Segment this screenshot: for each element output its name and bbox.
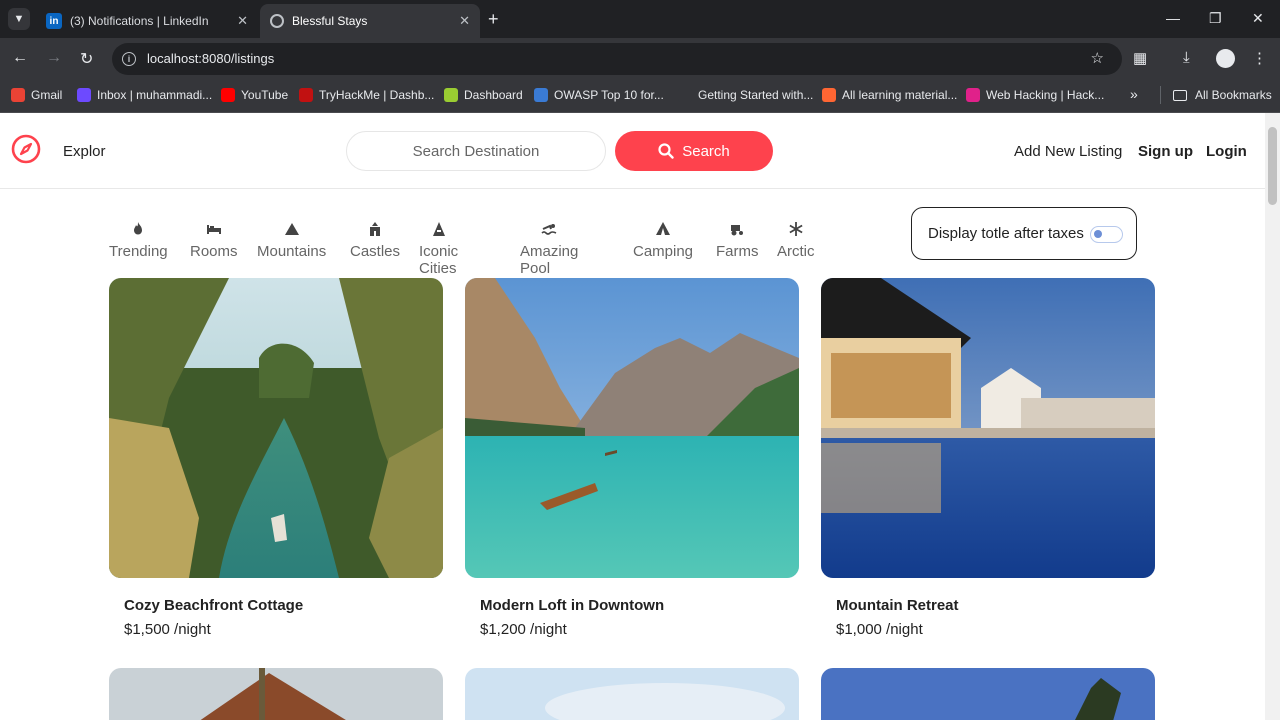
swimmer-icon — [541, 219, 557, 239]
tractor-icon — [729, 219, 745, 239]
scrollbar-thumb[interactable] — [1268, 127, 1277, 205]
listing-image[interactable] — [465, 278, 799, 578]
back-icon[interactable]: ← — [12, 49, 28, 67]
bookmarks-divider — [1160, 86, 1161, 104]
listing-title: Mountain Retreat — [836, 597, 959, 614]
bookmark-getting-started[interactable]: Getting Started with... — [678, 88, 813, 102]
site-info-icon[interactable]: i — [122, 52, 136, 66]
browser-tab-strip: ▼ in (3) Notifications | LinkedIn ✕ Bles… — [0, 0, 1280, 38]
menu-icon[interactable]: ⋮ — [1252, 49, 1267, 67]
filter-amazing-pool[interactable]: Amazing Pool — [520, 219, 578, 277]
minimize-icon[interactable]: — — [1166, 10, 1180, 26]
search-icon — [658, 143, 674, 159]
switch-knob — [1094, 230, 1102, 238]
browser-toolbar: ← → ↻ i localhost:8080/listings ☆ ▦ ⤓ ⋮ — [0, 38, 1280, 80]
youtube-icon — [221, 88, 235, 102]
bookmark-dashboard[interactable]: Dashboard — [444, 88, 523, 102]
listing-image[interactable] — [821, 668, 1155, 720]
tax-toggle-switch[interactable] — [1090, 226, 1123, 243]
filter-iconic-cities[interactable]: Iconic Cities — [419, 219, 458, 277]
filter-arctic[interactable]: Arctic — [777, 219, 815, 260]
linkedin-icon: in — [46, 13, 62, 29]
bookmark-star-icon[interactable]: ☆ — [1091, 49, 1104, 67]
page-viewport: Explor Search Add New Listing Sign up Lo… — [0, 113, 1265, 720]
close-icon[interactable]: ✕ — [459, 13, 470, 29]
bookmark-web-hacking[interactable]: Web Hacking | Hack... — [966, 88, 1104, 102]
search-input[interactable] — [346, 131, 606, 171]
tab-search-button[interactable]: ▼ — [8, 8, 30, 30]
bookmark-owasp[interactable]: OWASP Top 10 for... — [534, 88, 664, 102]
hackthebox-icon — [966, 88, 980, 102]
listing-image[interactable] — [109, 278, 443, 578]
snowflake-icon — [788, 219, 804, 239]
listing-card[interactable]: Mountain Retreat $1,000 /night — [821, 278, 1155, 638]
reload-icon[interactable]: ↻ — [80, 49, 93, 69]
tax-toggle-label: Display totle after taxes — [928, 225, 1084, 242]
download-icon[interactable]: ⤓ — [1183, 49, 1190, 66]
search-button[interactable]: Search — [615, 131, 773, 171]
listing-title: Cozy Beachfront Cottage — [124, 597, 304, 614]
bookmarks-bar: Gmail Inbox | muhammadi... YouTube TryHa… — [0, 80, 1280, 113]
restore-icon[interactable]: ❐ — [1209, 10, 1222, 27]
tryhackme-icon — [299, 88, 313, 102]
owasp-icon — [534, 88, 548, 102]
burp-icon — [822, 88, 836, 102]
filter-mountains[interactable]: Mountains — [257, 219, 326, 260]
city-icon — [431, 219, 447, 239]
filter-rooms[interactable]: Rooms — [190, 219, 238, 260]
compass-icon[interactable] — [11, 134, 41, 164]
window-close-icon[interactable]: ✕ — [1252, 10, 1264, 27]
fire-icon — [130, 219, 146, 239]
bookmark-learning-material[interactable]: All learning material... — [822, 88, 957, 102]
proton-icon — [77, 88, 91, 102]
filter-camping[interactable]: Camping — [633, 219, 693, 260]
bookmark-gmail[interactable]: Gmail — [11, 88, 62, 102]
tax-toggle: Display totle after taxes — [911, 207, 1137, 260]
folder-icon — [1173, 89, 1187, 101]
bookmark-inbox[interactable]: Inbox | muhammadi... — [77, 88, 212, 102]
listing-price: $1,500 /night — [124, 621, 211, 638]
close-icon[interactable]: ✕ — [237, 13, 248, 29]
brand-link[interactable]: Explor — [63, 143, 106, 160]
login-link[interactable]: Login — [1206, 143, 1247, 160]
browser-tab-linkedin[interactable]: in (3) Notifications | LinkedIn ✕ — [36, 4, 258, 38]
site-navbar: Explor Search Add New Listing Sign up Lo… — [0, 113, 1265, 189]
bookmark-youtube[interactable]: YouTube — [221, 88, 288, 102]
globe-icon — [270, 14, 284, 28]
browser-tab-blessful-stays[interactable]: Blessful Stays ✕ — [260, 4, 480, 38]
blank-icon — [678, 88, 692, 102]
listing-image[interactable] — [821, 278, 1155, 578]
all-bookmarks-button[interactable]: All Bookmarks — [1173, 88, 1272, 102]
bookmark-tryhackme[interactable]: TryHackMe | Dashb... — [299, 88, 434, 102]
profile-avatar[interactable] — [1216, 49, 1235, 68]
page-scrollbar[interactable] — [1265, 113, 1280, 720]
listing-image[interactable] — [109, 668, 443, 720]
forward-icon[interactable]: → — [46, 49, 62, 67]
listing-title: Modern Loft in Downtown — [480, 597, 665, 614]
new-tab-button[interactable]: + — [488, 9, 499, 30]
tent-icon — [655, 219, 671, 239]
extensions-icon[interactable]: ▦ — [1133, 49, 1147, 67]
listing-card[interactable]: Cozy Beachfront Cottage $1,500 /night — [109, 278, 443, 638]
tab-title: (3) Notifications | LinkedIn — [70, 14, 209, 28]
bed-icon — [206, 219, 222, 239]
filter-castles[interactable]: Castles — [350, 219, 400, 260]
gmail-icon — [11, 88, 25, 102]
castle-icon — [367, 219, 383, 239]
sign-up-link[interactable]: Sign up — [1138, 143, 1193, 160]
add-new-listing-link[interactable]: Add New Listing — [1014, 143, 1122, 160]
listing-image[interactable] — [465, 668, 799, 720]
listing-card[interactable]: Modern Loft in Downtown $1,200 /night — [465, 278, 799, 638]
mountain-icon — [284, 219, 300, 239]
tab-title: Blessful Stays — [292, 14, 368, 28]
filter-farms[interactable]: Farms — [716, 219, 759, 260]
search-button-label: Search — [682, 142, 730, 160]
more-bookmarks-icon[interactable]: » — [1130, 86, 1138, 102]
listing-price: $1,000 /night — [836, 621, 923, 638]
listing-price: $1,200 /night — [480, 621, 567, 638]
url-text: localhost:8080/listings — [147, 51, 275, 66]
filter-trending[interactable]: Trending — [109, 219, 168, 260]
dashboard-icon — [444, 88, 458, 102]
address-bar[interactable]: i localhost:8080/listings ☆ — [112, 43, 1122, 75]
